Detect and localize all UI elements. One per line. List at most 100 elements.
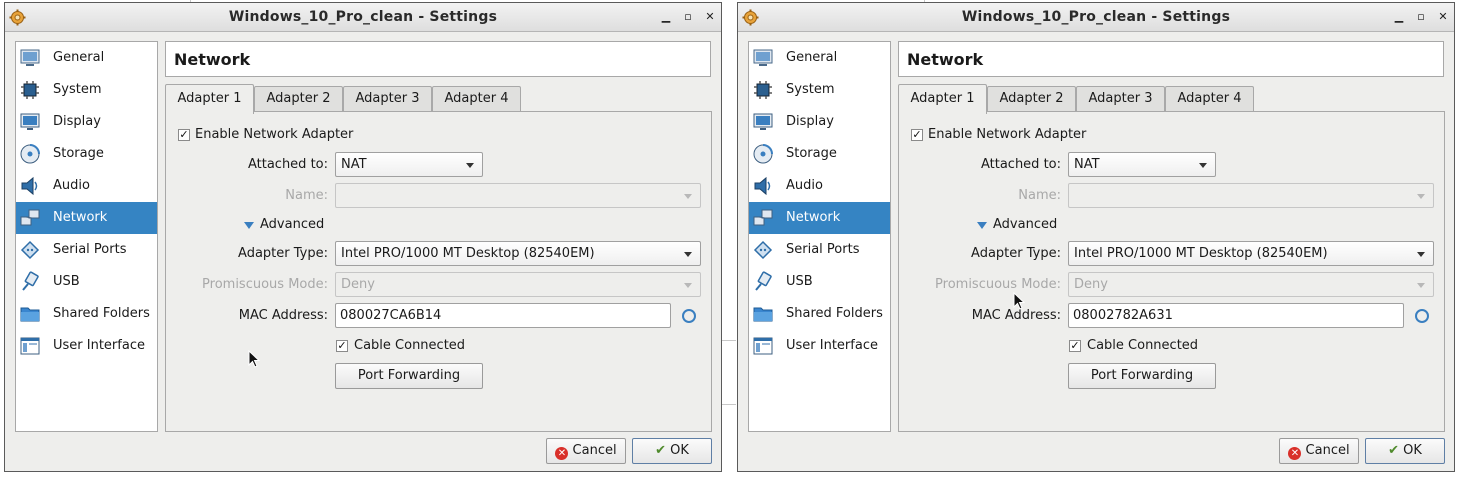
tab-adapter-1[interactable]: Adapter 1	[165, 84, 254, 114]
background-line	[720, 404, 736, 405]
sidebar-item-shared-folders[interactable]: Shared Folders	[16, 298, 157, 330]
mac-address-input[interactable]: 080027CA6B14	[335, 303, 671, 328]
sidebar-item-general[interactable]: General	[749, 42, 890, 74]
sidebar-item-audio[interactable]: Audio	[749, 170, 890, 202]
enable-adapter-checkbox[interactable]: ✓	[178, 129, 190, 141]
enable-adapter-label[interactable]: Enable Network Adapter	[928, 127, 1086, 142]
cable-connected-label[interactable]: Cable Connected	[354, 338, 465, 353]
shared-folders-icon	[752, 303, 774, 325]
sidebar-item-label: Display	[53, 114, 101, 129]
attached-to-select[interactable]: NAT	[1068, 152, 1216, 177]
serial-ports-icon	[19, 239, 41, 261]
adapter-type-select[interactable]: Intel PRO/1000 MT Desktop (82540EM)	[335, 241, 701, 266]
mac-address-input[interactable]: 08002782A631	[1068, 303, 1404, 328]
system-icon	[19, 79, 41, 101]
cable-connected-label[interactable]: Cable Connected	[1087, 338, 1198, 353]
minimize-icon[interactable]: ▁	[1392, 10, 1406, 24]
attached-to-value: NAT	[1074, 157, 1100, 172]
sidebar-item-user-interface[interactable]: User Interface	[749, 330, 890, 362]
sidebar-item-label: Storage	[786, 146, 837, 161]
sidebar-item-label: Storage	[53, 146, 104, 161]
tab-adapter-4[interactable]: Adapter 4	[1165, 86, 1254, 112]
sidebar-item-label: Serial Ports	[786, 242, 860, 257]
sidebar-item-storage[interactable]: Storage	[16, 138, 157, 170]
cancel-button[interactable]: ✕ Cancel	[1279, 438, 1359, 464]
adapter-type-select[interactable]: Intel PRO/1000 MT Desktop (82540EM)	[1068, 241, 1434, 266]
close-icon[interactable]: ✕	[703, 10, 717, 24]
adapter-panel: ✓ Enable Network Adapter Attached to: NA…	[898, 111, 1445, 432]
sidebar-item-label: Network	[786, 210, 841, 225]
attached-to-select[interactable]: NAT	[335, 152, 483, 177]
promiscuous-mode-select: Deny	[335, 272, 701, 297]
port-forwarding-button[interactable]: Port Forwarding	[1068, 363, 1216, 389]
settings-window-right: Windows_10_Pro_clean - Settings ▁ ▫ ✕ Ge…	[737, 2, 1455, 472]
sidebar-item-general[interactable]: General	[16, 42, 157, 74]
tab-adapter-3[interactable]: Adapter 3	[343, 86, 432, 112]
shared-folders-icon	[19, 303, 41, 325]
general-icon	[19, 47, 41, 69]
sidebar-item-label: USB	[53, 274, 80, 289]
title-bar[interactable]: Windows_10_Pro_clean - Settings ▁ ▫ ✕	[738, 3, 1454, 32]
sidebar-item-system[interactable]: System	[749, 74, 890, 106]
sidebar-item-shared-folders[interactable]: Shared Folders	[749, 298, 890, 330]
tab-adapter-2[interactable]: Adapter 2	[254, 86, 343, 112]
name-select	[1068, 183, 1434, 208]
storage-icon	[19, 143, 41, 165]
tab-adapter-2[interactable]: Adapter 2	[987, 86, 1076, 112]
mac-address-label: MAC Address:	[971, 308, 1061, 323]
ok-label: OK	[1403, 443, 1422, 458]
ok-button[interactable]: ✔ OK	[1365, 438, 1445, 464]
promiscuous-mode-label: Promiscuous Mode:	[935, 277, 1061, 292]
title-bar[interactable]: Windows_10_Pro_clean - Settings ▁ ▫ ✕	[5, 3, 721, 32]
cable-connected-checkbox[interactable]: ✓	[336, 340, 348, 352]
sidebar-item-network[interactable]: Network	[749, 202, 890, 234]
sidebar-item-serial-ports[interactable]: Serial Ports	[16, 234, 157, 266]
close-icon[interactable]: ✕	[1436, 10, 1450, 24]
advanced-expander-icon[interactable]	[244, 222, 254, 229]
sidebar-item-network[interactable]: Network	[16, 202, 157, 234]
sidebar-item-storage[interactable]: Storage	[749, 138, 890, 170]
minimize-icon[interactable]: ▁	[659, 10, 673, 24]
cancel-label: Cancel	[572, 443, 617, 458]
refresh-mac-icon[interactable]	[1415, 309, 1429, 323]
advanced-toggle[interactable]: Advanced	[260, 217, 324, 232]
sidebar-item-usb[interactable]: USB	[16, 266, 157, 298]
sidebar-item-display[interactable]: Display	[749, 106, 890, 138]
settings-sidebar: General System Display Storage Audio Net…	[748, 41, 891, 432]
sidebar-item-system[interactable]: System	[16, 74, 157, 106]
refresh-mac-icon[interactable]	[682, 309, 696, 323]
promiscuous-mode-value: Deny	[341, 277, 375, 292]
sidebar-item-label: System	[53, 82, 102, 97]
network-icon	[752, 207, 774, 229]
sidebar-item-label: General	[786, 50, 838, 65]
page-title: Network	[907, 50, 984, 69]
tab-adapter-4[interactable]: Adapter 4	[432, 86, 521, 112]
audio-icon	[19, 175, 41, 197]
sidebar-item-usb[interactable]: USB	[749, 266, 890, 298]
tab-adapter-1[interactable]: Adapter 1	[898, 84, 987, 114]
name-label: Name:	[285, 188, 328, 203]
sidebar-item-audio[interactable]: Audio	[16, 170, 157, 202]
maximize-icon[interactable]: ▫	[681, 10, 695, 24]
section-header: Network	[165, 41, 711, 77]
window-title: Windows_10_Pro_clean - Settings	[228, 9, 498, 25]
general-icon	[752, 47, 774, 69]
enable-adapter-checkbox[interactable]: ✓	[911, 129, 923, 141]
sidebar-item-user-interface[interactable]: User Interface	[16, 330, 157, 362]
sidebar-item-serial-ports[interactable]: Serial Ports	[749, 234, 890, 266]
ok-label: OK	[670, 443, 689, 458]
tab-adapter-3[interactable]: Adapter 3	[1076, 86, 1165, 112]
sidebar-item-display[interactable]: Display	[16, 106, 157, 138]
enable-adapter-label[interactable]: Enable Network Adapter	[195, 127, 353, 142]
advanced-toggle[interactable]: Advanced	[993, 217, 1057, 232]
ok-button[interactable]: ✔ OK	[632, 438, 712, 464]
maximize-icon[interactable]: ▫	[1414, 10, 1428, 24]
advanced-expander-icon[interactable]	[977, 222, 987, 229]
cancel-button[interactable]: ✕ Cancel	[546, 438, 626, 464]
storage-icon	[752, 143, 774, 165]
cable-connected-checkbox[interactable]: ✓	[1069, 340, 1081, 352]
promiscuous-mode-value: Deny	[1074, 277, 1108, 292]
name-label: Name:	[1018, 188, 1061, 203]
sidebar-item-label: Shared Folders	[786, 306, 883, 321]
port-forwarding-button[interactable]: Port Forwarding	[335, 363, 483, 389]
